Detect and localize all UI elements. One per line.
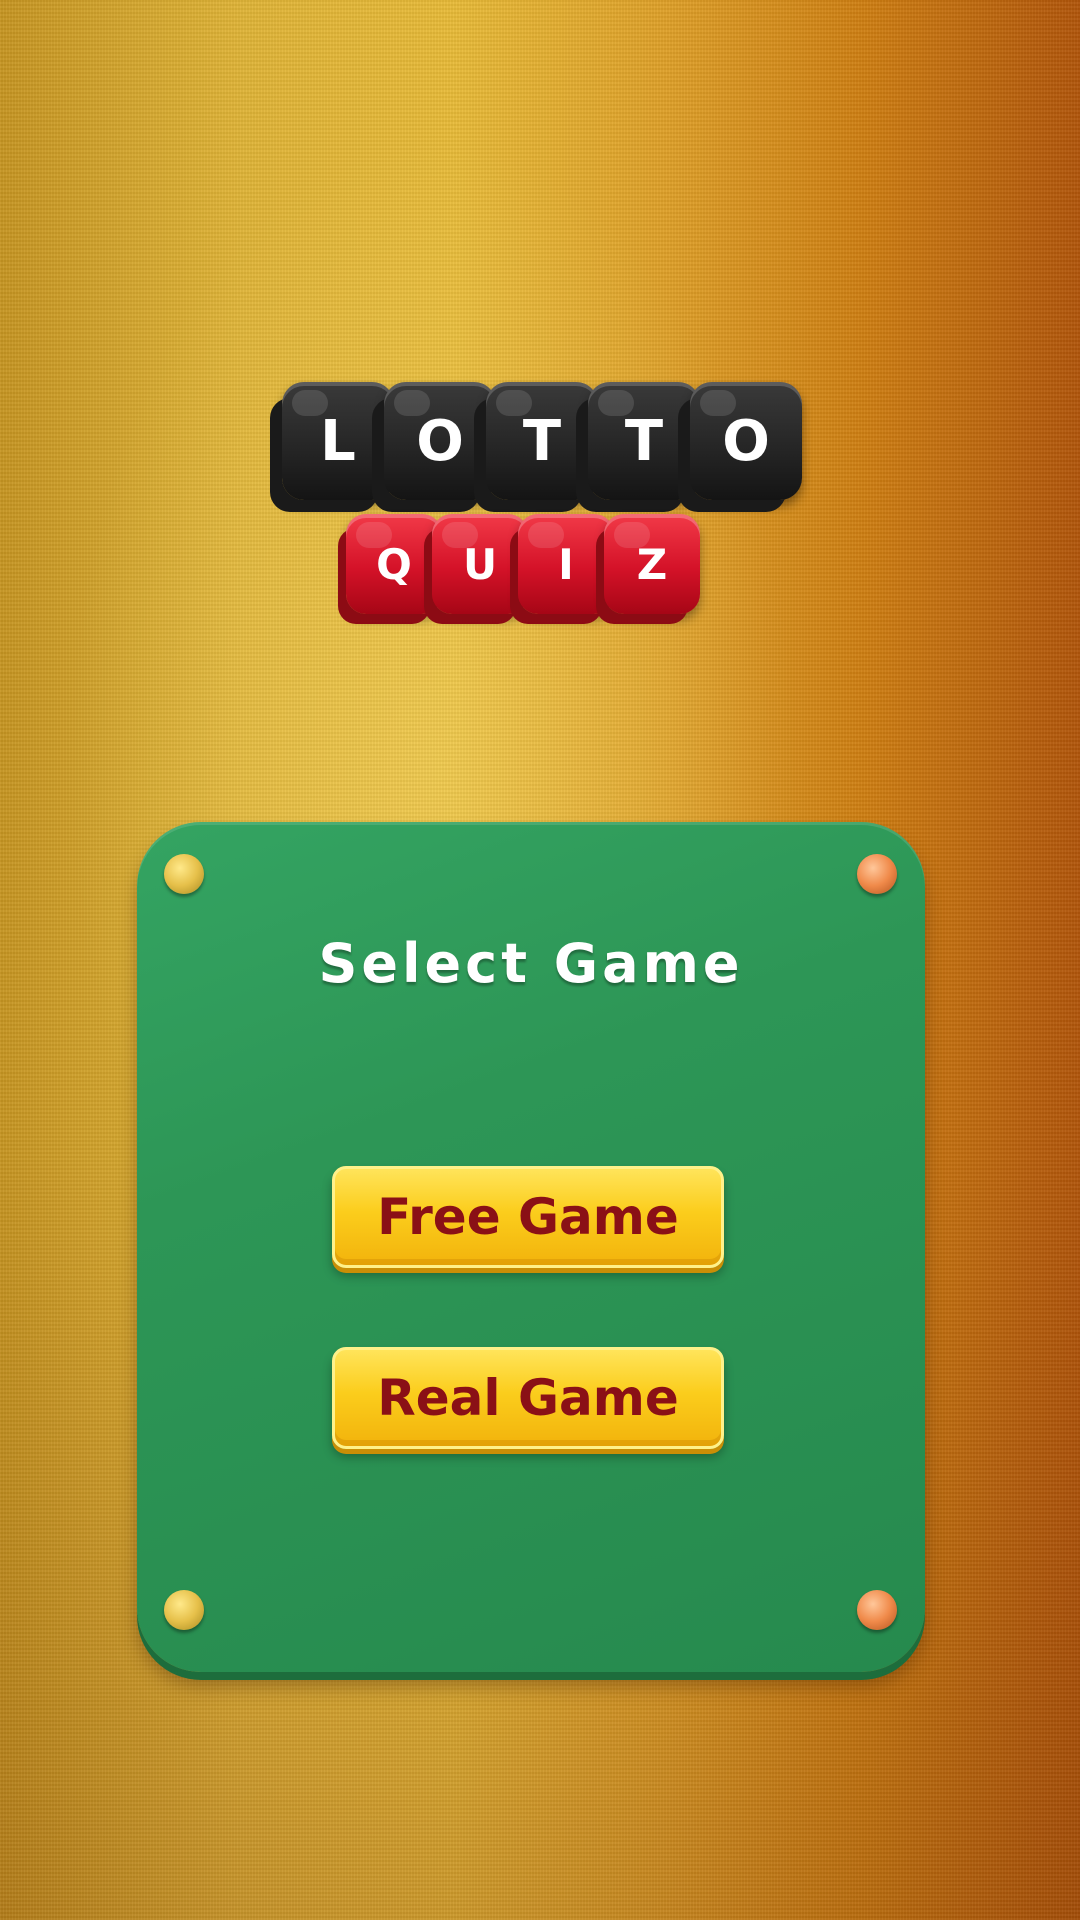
rivet-icon	[164, 854, 204, 894]
free-game-button[interactable]: Free Game	[332, 1166, 724, 1268]
panel-title: Select Game	[318, 932, 744, 995]
rivet-icon	[857, 854, 897, 894]
select-game-panel: Select Game Free Game Real Game	[137, 822, 925, 1672]
rivet-icon	[857, 1590, 897, 1630]
rivet-icon	[164, 1590, 204, 1630]
real-game-button[interactable]: Real Game	[332, 1347, 724, 1449]
